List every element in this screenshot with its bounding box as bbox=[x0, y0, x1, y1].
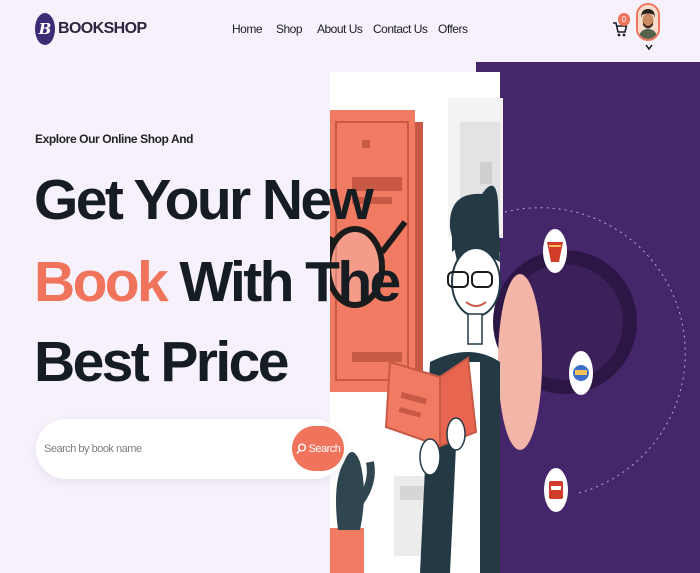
nav-link-shop[interactable]: Shop bbox=[276, 22, 303, 36]
nav-link-about-us[interactable]: About Us bbox=[317, 22, 363, 36]
hero-headline-line3: Best Price bbox=[34, 330, 289, 394]
nav-link-offers[interactable]: Offers bbox=[438, 22, 468, 36]
orbit-book-badge-middle bbox=[569, 351, 593, 395]
hero-headline-accent: Book bbox=[34, 250, 169, 314]
user-avatar[interactable] bbox=[636, 3, 660, 41]
main-menu: Home Shop About Us Contact Us Offers bbox=[0, 22, 700, 38]
nav-link-contact-us[interactable]: Contact Us bbox=[373, 22, 428, 36]
search-button[interactable]: Search bbox=[292, 426, 344, 471]
chevron-down-icon[interactable] bbox=[644, 42, 654, 52]
hero-headline-line1: Get Your New bbox=[34, 168, 374, 232]
navbar: B BOOKSHOP Home Shop About Us Contact Us… bbox=[0, 0, 700, 62]
hero-headline-line2-rest: With The bbox=[166, 250, 401, 314]
hero-headline-line2: Book With The bbox=[34, 254, 401, 311]
search-input[interactable] bbox=[44, 439, 284, 459]
search-icon bbox=[295, 443, 306, 454]
hero-eyebrow: Explore Our Online Shop And bbox=[35, 132, 194, 146]
orbit-book-badge-top bbox=[543, 229, 567, 273]
hero-illustration bbox=[330, 98, 686, 573]
search-bar: Search bbox=[36, 419, 344, 479]
cart-count-badge: 0 bbox=[618, 13, 630, 26]
nav-link-home[interactable]: Home bbox=[232, 22, 263, 36]
search-button-label: Search bbox=[308, 442, 341, 455]
orbit-book-badge-bottom bbox=[544, 468, 568, 512]
